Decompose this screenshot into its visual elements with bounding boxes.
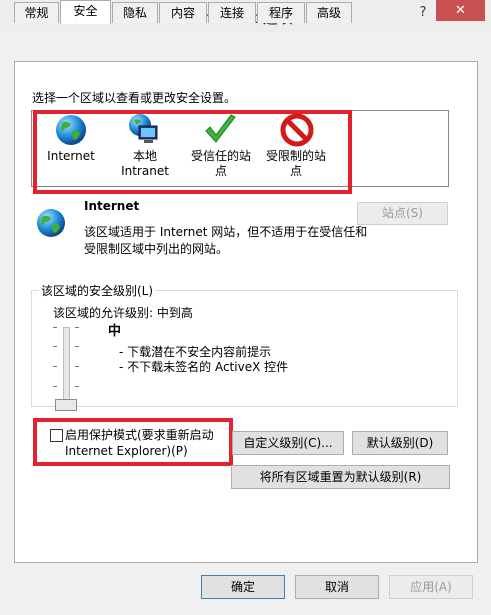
help-button[interactable]: ? <box>412 4 434 22</box>
slider-tick <box>53 327 57 328</box>
slider-tick <box>53 366 57 367</box>
zone-highlight-box <box>33 110 352 194</box>
tab-connections[interactable]: 连接 <box>208 2 256 23</box>
security-level-group-label: 该区域的安全级别(L) <box>39 282 156 299</box>
zone-prompt: 选择一个区域以查看或更改安全设置。 <box>32 91 237 105</box>
security-level-name: 中 <box>108 324 122 339</box>
slider-tick <box>75 386 79 387</box>
selected-zone-name: Internet <box>84 199 140 213</box>
security-level-slider[interactable] <box>63 327 70 409</box>
slider-tick <box>75 327 79 328</box>
tab-security[interactable]: 安全 <box>60 0 111 24</box>
tab-privacy[interactable]: 隐私 <box>112 2 158 23</box>
custom-level-button[interactable]: 自定义级别(C)... <box>232 431 344 455</box>
allowed-level-text: 该区域的允许级别: 中到高 <box>53 306 193 320</box>
tab-advanced[interactable]: 高级 <box>306 2 352 23</box>
selected-zone-description: 该区域适用于 Internet 网站，但不适用于在受信任和受限制区域中列出的网站… <box>84 225 368 256</box>
slider-tick <box>75 366 79 367</box>
internet-options-window: Internet 选项 ? ✕ 常规 安全 隐私 内容 连接 程序 高级 选择一… <box>0 0 491 615</box>
slider-tick <box>53 386 57 387</box>
selected-zone-globe-icon <box>37 209 65 237</box>
level-bullet-2: - 不下载未签名的 ActiveX 控件 <box>119 360 289 374</box>
slider-thumb[interactable] <box>55 399 77 411</box>
tab-programs[interactable]: 程序 <box>257 2 305 23</box>
reset-all-zones-button[interactable]: 将所有区域重置为默认级别(R) <box>231 465 450 489</box>
tab-content[interactable]: 内容 <box>159 2 207 23</box>
slider-tick <box>75 346 79 347</box>
sites-button[interactable]: 站点(S) <box>357 202 448 225</box>
apply-button[interactable]: 应用(A) <box>389 575 473 599</box>
slider-tick <box>53 346 57 347</box>
close-button[interactable]: ✕ <box>436 0 485 21</box>
tab-general[interactable]: 常规 <box>14 2 59 23</box>
ok-button[interactable]: 确定 <box>201 575 285 599</box>
cancel-button[interactable]: 取消 <box>295 575 379 599</box>
default-level-button[interactable]: 默认级别(D) <box>352 431 448 455</box>
protected-mode-highlight-box <box>33 418 233 466</box>
